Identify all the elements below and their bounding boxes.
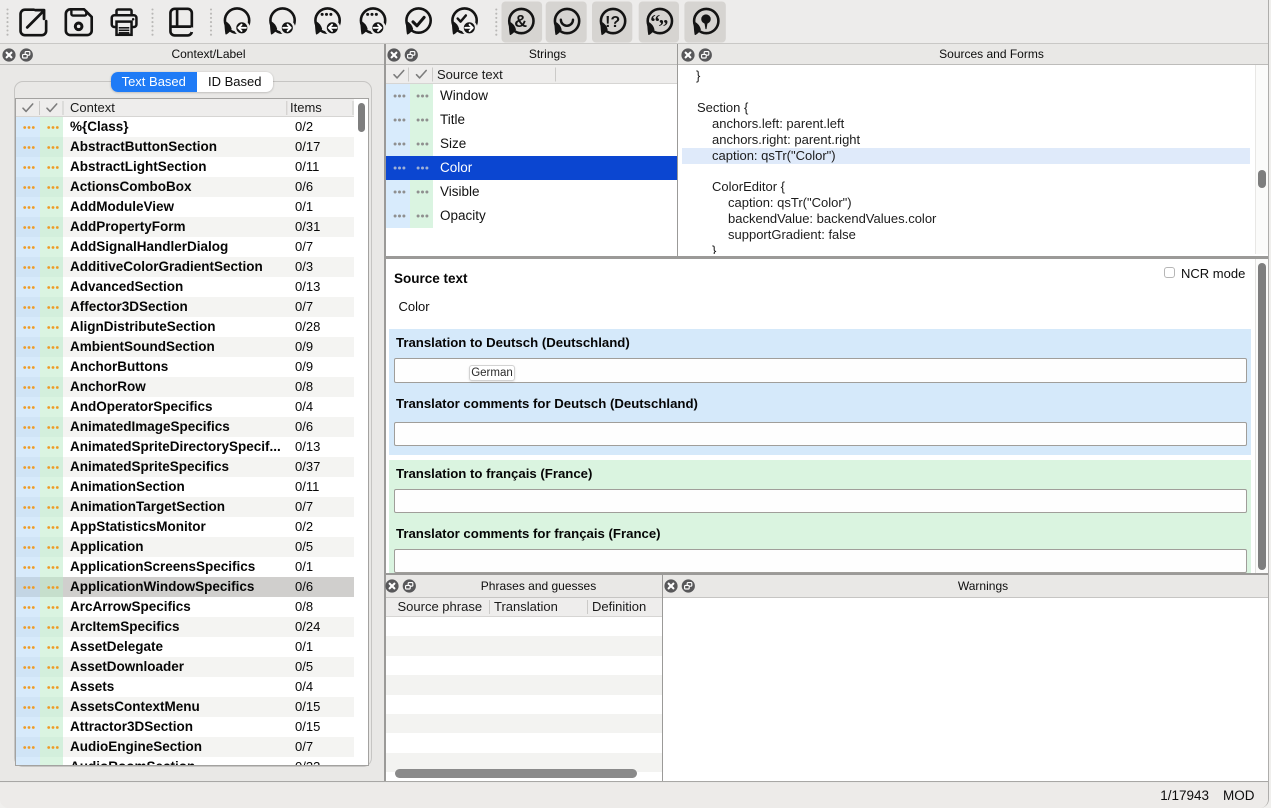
- svg-text:!?: !?: [605, 14, 620, 31]
- svg-text:&: &: [514, 11, 527, 31]
- svg-text:„: „: [659, 6, 669, 28]
